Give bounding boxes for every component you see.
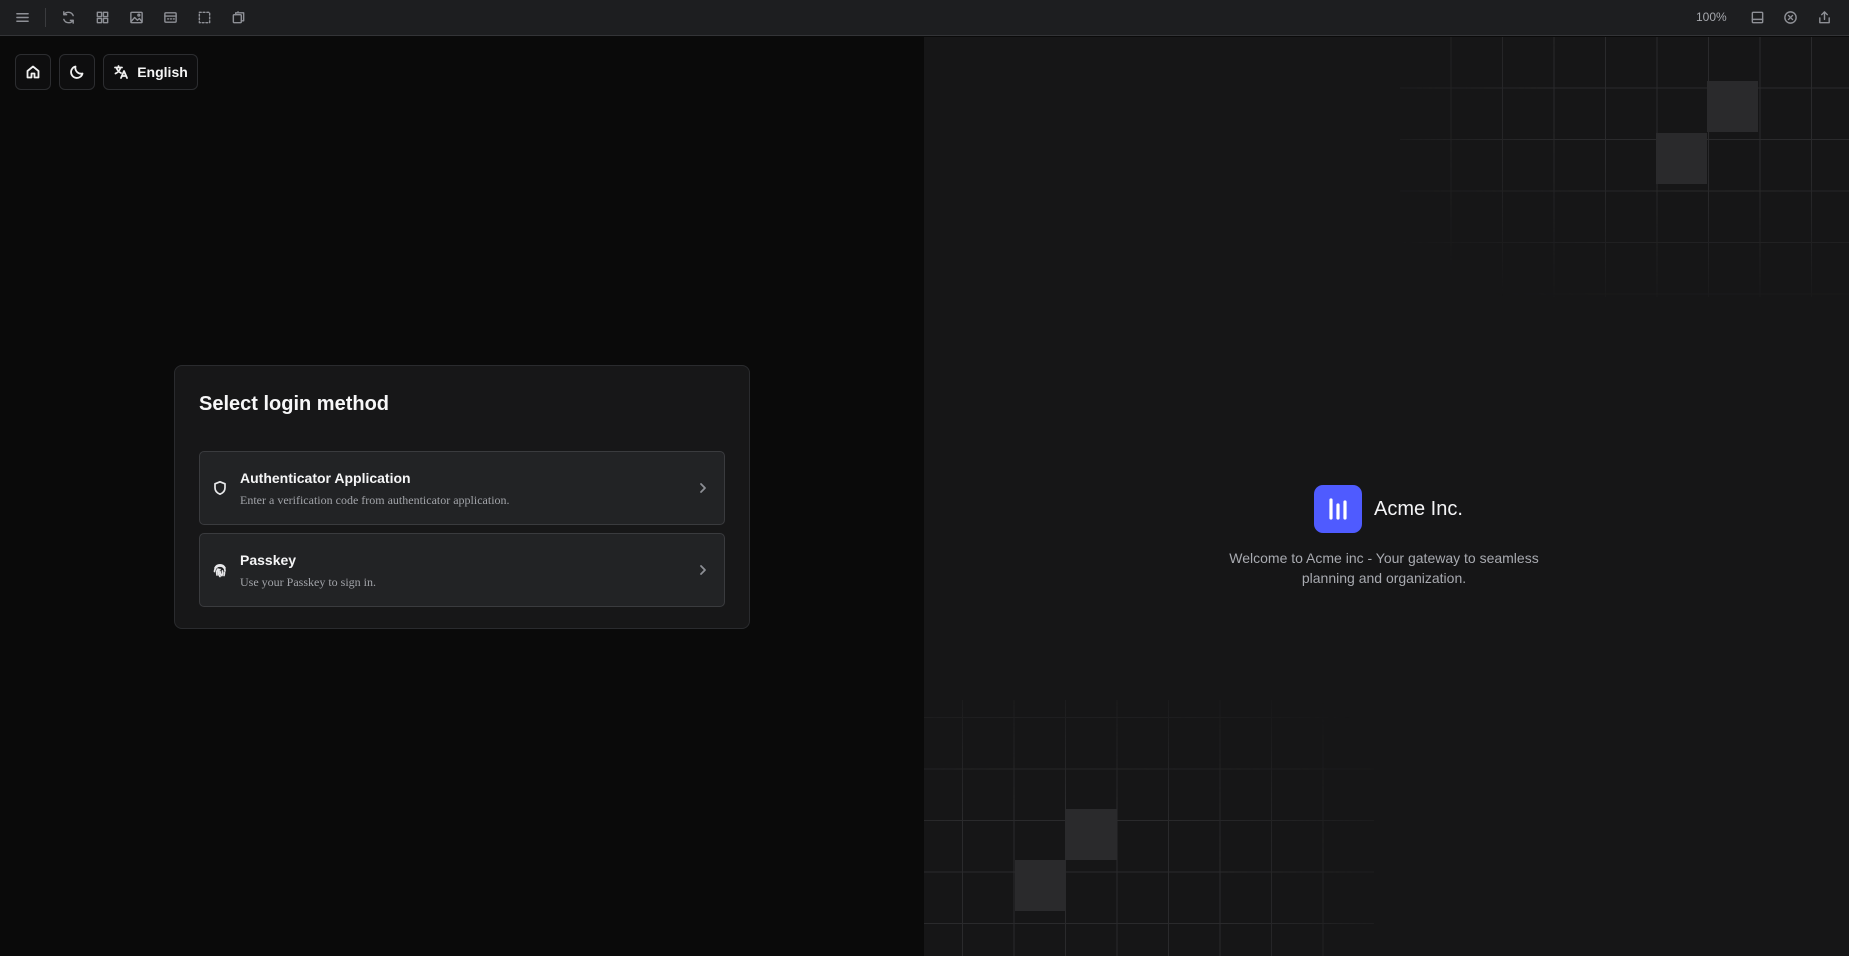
translate-icon xyxy=(114,65,129,79)
authenticator-method-option[interactable]: Authenticator Application Enter a verifi… xyxy=(199,451,725,525)
card-title: Select login method xyxy=(199,393,390,415)
brand-tagline: Welcome to Acme inc - Your gateway to se… xyxy=(1229,550,1539,586)
login-method-card: Select login method Authenticator Applic… xyxy=(174,365,750,629)
brand: Acme Inc. xyxy=(1314,485,1463,533)
shield-icon xyxy=(212,480,228,496)
menu-icon[interactable] xyxy=(12,8,32,26)
method-description: Use your Passkey to sign in. xyxy=(240,575,376,589)
background-grid-pattern xyxy=(1400,37,1849,297)
zoom-level[interactable]: 100% xyxy=(1696,8,1727,26)
fingerprint-icon xyxy=(212,562,228,578)
layout-icon[interactable] xyxy=(160,8,180,26)
grid-highlight-cell xyxy=(1066,809,1117,860)
home-icon xyxy=(26,65,40,79)
top-toolbar: 100% xyxy=(0,0,1849,36)
theme-toggle-button[interactable] xyxy=(59,54,95,90)
method-title: Authenticator Application xyxy=(240,470,411,486)
language-button[interactable]: English xyxy=(103,54,198,90)
brand-name: Acme Inc. xyxy=(1374,497,1463,520)
language-label: English xyxy=(137,64,188,80)
selection-icon[interactable] xyxy=(194,8,214,26)
moon-icon xyxy=(70,65,84,79)
panel-icon[interactable] xyxy=(1747,8,1767,26)
chevron-right-icon xyxy=(696,481,710,495)
refresh-icon[interactable] xyxy=(58,8,78,26)
home-button[interactable] xyxy=(15,54,51,90)
brand-panel: Acme Inc. Welcome to Acme inc - Your gat… xyxy=(924,37,1849,956)
login-panel: English Select login method Authenticato… xyxy=(0,37,924,956)
grid-icon[interactable] xyxy=(92,8,112,26)
method-description: Enter a verification code from authentic… xyxy=(240,493,510,507)
passkey-method-option[interactable]: Passkey Use your Passkey to sign in. xyxy=(199,533,725,607)
share-icon[interactable] xyxy=(1814,8,1834,26)
chevron-right-icon xyxy=(696,563,710,577)
background-grid-pattern xyxy=(924,700,1374,956)
grid-highlight-cell xyxy=(1015,860,1066,911)
acme-logo xyxy=(1314,485,1362,533)
grid-highlight-cell xyxy=(1707,81,1758,132)
grid-highlight-cell xyxy=(1656,133,1707,184)
toolbar-divider xyxy=(45,8,46,27)
method-title: Passkey xyxy=(240,552,297,568)
close-circle-icon[interactable] xyxy=(1780,8,1800,26)
image-icon[interactable] xyxy=(126,8,146,26)
copy-icon[interactable] xyxy=(228,8,248,26)
